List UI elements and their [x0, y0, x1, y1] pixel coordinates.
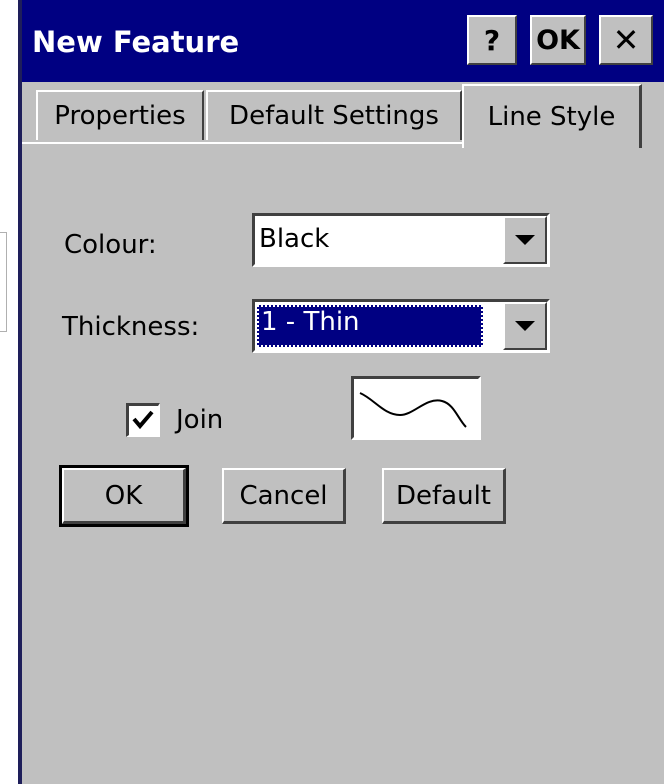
line-style-preview	[351, 376, 481, 440]
tab-properties[interactable]: Properties	[36, 90, 204, 140]
line-preview-icon	[359, 392, 467, 428]
tab-properties-label: Properties	[54, 101, 186, 131]
colour-value: Black	[259, 224, 330, 254]
tab-line-style[interactable]: Line Style	[462, 84, 642, 148]
thickness-label: Thickness:	[62, 312, 200, 342]
title-bar: New Feature ? OK ✕	[22, 0, 664, 82]
tab-strip-divider	[22, 142, 462, 144]
chevron-down-icon	[515, 235, 535, 245]
new-feature-dialog: New Feature ? OK ✕ Properties Default Se…	[22, 0, 664, 784]
title-ok-button[interactable]: OK	[530, 15, 586, 65]
close-button[interactable]: ✕	[599, 15, 653, 65]
join-label: Join	[176, 405, 224, 435]
tab-default-settings[interactable]: Default Settings	[206, 90, 462, 140]
thickness-dropdown-button[interactable]	[503, 302, 547, 350]
ok-button[interactable]: OK	[59, 465, 189, 527]
colour-dropdown[interactable]: Black	[252, 213, 550, 267]
colour-label: Colour:	[64, 230, 157, 260]
tab-default-settings-label: Default Settings	[229, 101, 439, 131]
background-window-fragment	[0, 232, 7, 332]
thickness-dropdown[interactable]: 1 - Thin	[252, 299, 550, 353]
checkmark-icon	[132, 410, 154, 430]
close-icon: ✕	[612, 21, 640, 59]
default-button[interactable]: Default	[382, 468, 506, 524]
cancel-button[interactable]: Cancel	[222, 468, 346, 524]
join-checkbox[interactable]	[126, 403, 160, 437]
help-button[interactable]: ?	[467, 15, 517, 65]
window-title: New Feature	[32, 25, 240, 59]
tab-line-style-label: Line Style	[487, 102, 616, 132]
colour-dropdown-button[interactable]	[503, 216, 547, 264]
thickness-value: 1 - Thin	[257, 305, 483, 347]
chevron-down-icon	[515, 321, 535, 331]
